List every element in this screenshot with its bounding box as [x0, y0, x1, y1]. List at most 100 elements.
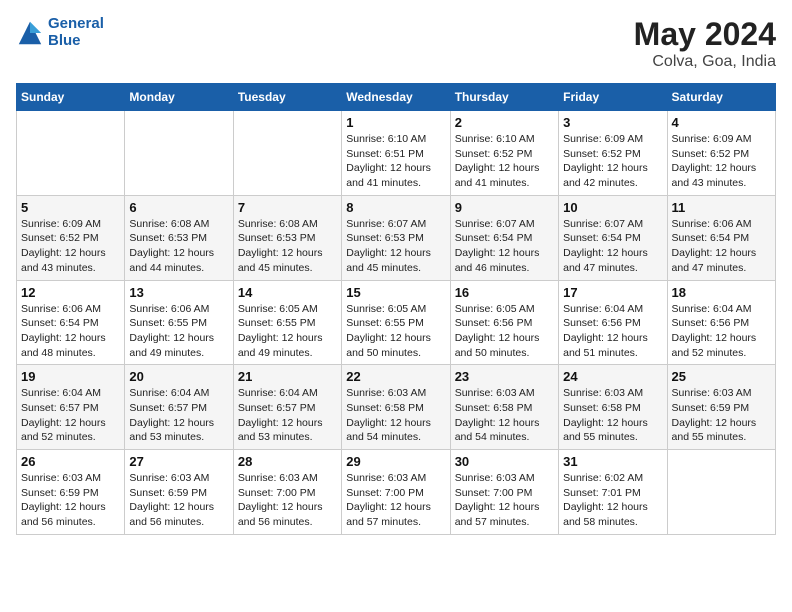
weekday-wednesday: Wednesday — [342, 84, 450, 111]
day-number: 29 — [346, 454, 445, 469]
day-info: Sunrise: 6:06 AMSunset: 6:55 PMDaylight:… — [129, 302, 228, 361]
weekday-header-row: SundayMondayTuesdayWednesdayThursdayFrid… — [17, 84, 776, 111]
day-info: Sunrise: 6:07 AMSunset: 6:53 PMDaylight:… — [346, 217, 445, 276]
day-info: Sunrise: 6:03 AMSunset: 6:58 PMDaylight:… — [455, 386, 554, 445]
calendar-cell: 29 Sunrise: 6:03 AMSunset: 7:00 PMDayligh… — [342, 450, 450, 535]
day-number: 5 — [21, 200, 120, 215]
day-info: Sunrise: 6:03 AMSunset: 6:58 PMDaylight:… — [346, 386, 445, 445]
day-info: Sunrise: 6:10 AMSunset: 6:51 PMDaylight:… — [346, 132, 445, 191]
calendar-cell: 7 Sunrise: 6:08 AMSunset: 6:53 PMDaylight… — [233, 195, 341, 280]
day-number: 7 — [238, 200, 337, 215]
day-info: Sunrise: 6:07 AMSunset: 6:54 PMDaylight:… — [455, 217, 554, 276]
day-number: 8 — [346, 200, 445, 215]
day-info: Sunrise: 6:03 AMSunset: 7:00 PMDaylight:… — [346, 471, 445, 530]
day-info: Sunrise: 6:09 AMSunset: 6:52 PMDaylight:… — [21, 217, 120, 276]
calendar-cell: 1Sunrise: 6:10 AMSunset: 6:51 PMDaylight… — [342, 111, 450, 196]
day-info: Sunrise: 6:07 AMSunset: 6:54 PMDaylight:… — [563, 217, 662, 276]
day-number: 27 — [129, 454, 228, 469]
day-number: 9 — [455, 200, 554, 215]
day-number: 3 — [563, 115, 662, 130]
calendar-cell: 5 Sunrise: 6:09 AMSunset: 6:52 PMDaylight… — [17, 195, 125, 280]
day-number: 19 — [21, 369, 120, 384]
day-number: 28 — [238, 454, 337, 469]
day-info: Sunrise: 6:02 AMSunset: 7:01 PMDaylight:… — [563, 471, 662, 530]
day-number: 15 — [346, 285, 445, 300]
calendar-cell: 11Sunrise: 6:06 AMSunset: 6:54 PMDayligh… — [667, 195, 775, 280]
calendar-cell: 4Sunrise: 6:09 AMSunset: 6:52 PMDaylight… — [667, 111, 775, 196]
calendar-cell: 15 Sunrise: 6:05 AMSunset: 6:55 PMDayligh… — [342, 280, 450, 365]
calendar-cell: 3 Sunrise: 6:09 AMSunset: 6:52 PMDaylight… — [559, 111, 667, 196]
calendar-cell: 14Sunrise: 6:05 AMSunset: 6:55 PMDayligh… — [233, 280, 341, 365]
weekday-tuesday: Tuesday — [233, 84, 341, 111]
logo: General Blue — [16, 16, 104, 49]
calendar-cell: 31 Sunrise: 6:02 AMSunset: 7:01 PMDayligh… — [559, 450, 667, 535]
day-info: Sunrise: 6:04 AMSunset: 6:56 PMDaylight:… — [672, 302, 771, 361]
day-info: Sunrise: 6:04 AMSunset: 6:57 PMDaylight:… — [238, 386, 337, 445]
day-info: Sunrise: 6:03 AMSunset: 6:58 PMDaylight:… — [563, 386, 662, 445]
calendar-cell: 30 Sunrise: 6:03 AMSunset: 7:00 PMDayligh… — [450, 450, 558, 535]
day-number: 31 — [563, 454, 662, 469]
day-number: 17 — [563, 285, 662, 300]
day-number: 18 — [672, 285, 771, 300]
day-info: Sunrise: 6:09 AMSunset: 6:52 PMDaylight:… — [672, 132, 771, 191]
calendar-cell: 8 Sunrise: 6:07 AMSunset: 6:53 PMDaylight… — [342, 195, 450, 280]
day-info: Sunrise: 6:05 AMSunset: 6:55 PMDaylight:… — [346, 302, 445, 361]
day-info: Sunrise: 6:05 AMSunset: 6:56 PMDaylight:… — [455, 302, 554, 361]
weekday-saturday: Saturday — [667, 84, 775, 111]
calendar-cell: 9 Sunrise: 6:07 AMSunset: 6:54 PMDaylight… — [450, 195, 558, 280]
day-number: 2 — [455, 115, 554, 130]
day-info: Sunrise: 6:04 AMSunset: 6:57 PMDaylight:… — [21, 386, 120, 445]
day-info: Sunrise: 6:03 AMSunset: 6:59 PMDaylight:… — [672, 386, 771, 445]
week-row-4: 19 Sunrise: 6:04 AMSunset: 6:57 PMDayligh… — [17, 365, 776, 450]
day-number: 30 — [455, 454, 554, 469]
week-row-1: 1Sunrise: 6:10 AMSunset: 6:51 PMDaylight… — [17, 111, 776, 196]
day-info: Sunrise: 6:03 AMSunset: 6:59 PMDaylight:… — [21, 471, 120, 530]
day-info: Sunrise: 6:10 AMSunset: 6:52 PMDaylight:… — [455, 132, 554, 191]
calendar-cell — [125, 111, 233, 196]
day-info: Sunrise: 6:04 AMSunset: 6:56 PMDaylight:… — [563, 302, 662, 361]
day-info: Sunrise: 6:06 AMSunset: 6:54 PMDaylight:… — [21, 302, 120, 361]
calendar-cell: 22 Sunrise: 6:03 AMSunset: 6:58 PMDayligh… — [342, 365, 450, 450]
calendar-cell: 2 Sunrise: 6:10 AMSunset: 6:52 PMDaylight… — [450, 111, 558, 196]
calendar-cell: 24Sunrise: 6:03 AMSunset: 6:58 PMDayligh… — [559, 365, 667, 450]
day-info: Sunrise: 6:08 AMSunset: 6:53 PMDaylight:… — [238, 217, 337, 276]
calendar-title: May 2024 — [634, 16, 776, 53]
weekday-friday: Friday — [559, 84, 667, 111]
week-row-2: 5 Sunrise: 6:09 AMSunset: 6:52 PMDaylight… — [17, 195, 776, 280]
day-number: 16 — [455, 285, 554, 300]
day-number: 26 — [21, 454, 120, 469]
title-block: May 2024 Colva, Goa, India — [634, 16, 776, 71]
calendar-cell — [17, 111, 125, 196]
day-info: Sunrise: 6:08 AMSunset: 6:53 PMDaylight:… — [129, 217, 228, 276]
calendar-cell: 10 Sunrise: 6:07 AMSunset: 6:54 PMDayligh… — [559, 195, 667, 280]
logo-text: General Blue — [48, 16, 104, 49]
calendar-cell: 25 Sunrise: 6:03 AMSunset: 6:59 PMDayligh… — [667, 365, 775, 450]
calendar-cell: 23 Sunrise: 6:03 AMSunset: 6:58 PMDayligh… — [450, 365, 558, 450]
day-info: Sunrise: 6:09 AMSunset: 6:52 PMDaylight:… — [563, 132, 662, 191]
day-number: 23 — [455, 369, 554, 384]
day-number: 21 — [238, 369, 337, 384]
calendar-cell: 13 Sunrise: 6:06 AMSunset: 6:55 PMDayligh… — [125, 280, 233, 365]
day-info: Sunrise: 6:04 AMSunset: 6:57 PMDaylight:… — [129, 386, 228, 445]
day-number: 13 — [129, 285, 228, 300]
calendar-subtitle: Colva, Goa, India — [634, 53, 776, 71]
calendar-cell: 18 Sunrise: 6:04 AMSunset: 6:56 PMDayligh… — [667, 280, 775, 365]
calendar-cell: 17 Sunrise: 6:04 AMSunset: 6:56 PMDayligh… — [559, 280, 667, 365]
calendar-cell: 26 Sunrise: 6:03 AMSunset: 6:59 PMDayligh… — [17, 450, 125, 535]
calendar-cell: 19 Sunrise: 6:04 AMSunset: 6:57 PMDayligh… — [17, 365, 125, 450]
weekday-monday: Monday — [125, 84, 233, 111]
day-number: 20 — [129, 369, 228, 384]
calendar-table: SundayMondayTuesdayWednesdayThursdayFrid… — [16, 83, 776, 535]
calendar-cell: 28Sunrise: 6:03 AMSunset: 7:00 PMDayligh… — [233, 450, 341, 535]
day-number: 10 — [563, 200, 662, 215]
calendar-cell: 27Sunrise: 6:03 AMSunset: 6:59 PMDayligh… — [125, 450, 233, 535]
day-number: 25 — [672, 369, 771, 384]
calendar-cell: 21 Sunrise: 6:04 AMSunset: 6:57 PMDayligh… — [233, 365, 341, 450]
week-row-3: 12 Sunrise: 6:06 AMSunset: 6:54 PMDayligh… — [17, 280, 776, 365]
day-number: 11 — [672, 200, 771, 215]
day-info: Sunrise: 6:03 AMSunset: 7:00 PMDaylight:… — [455, 471, 554, 530]
day-number: 12 — [21, 285, 120, 300]
day-number: 14 — [238, 285, 337, 300]
calendar-cell: 16 Sunrise: 6:05 AMSunset: 6:56 PMDayligh… — [450, 280, 558, 365]
day-number: 22 — [346, 369, 445, 384]
